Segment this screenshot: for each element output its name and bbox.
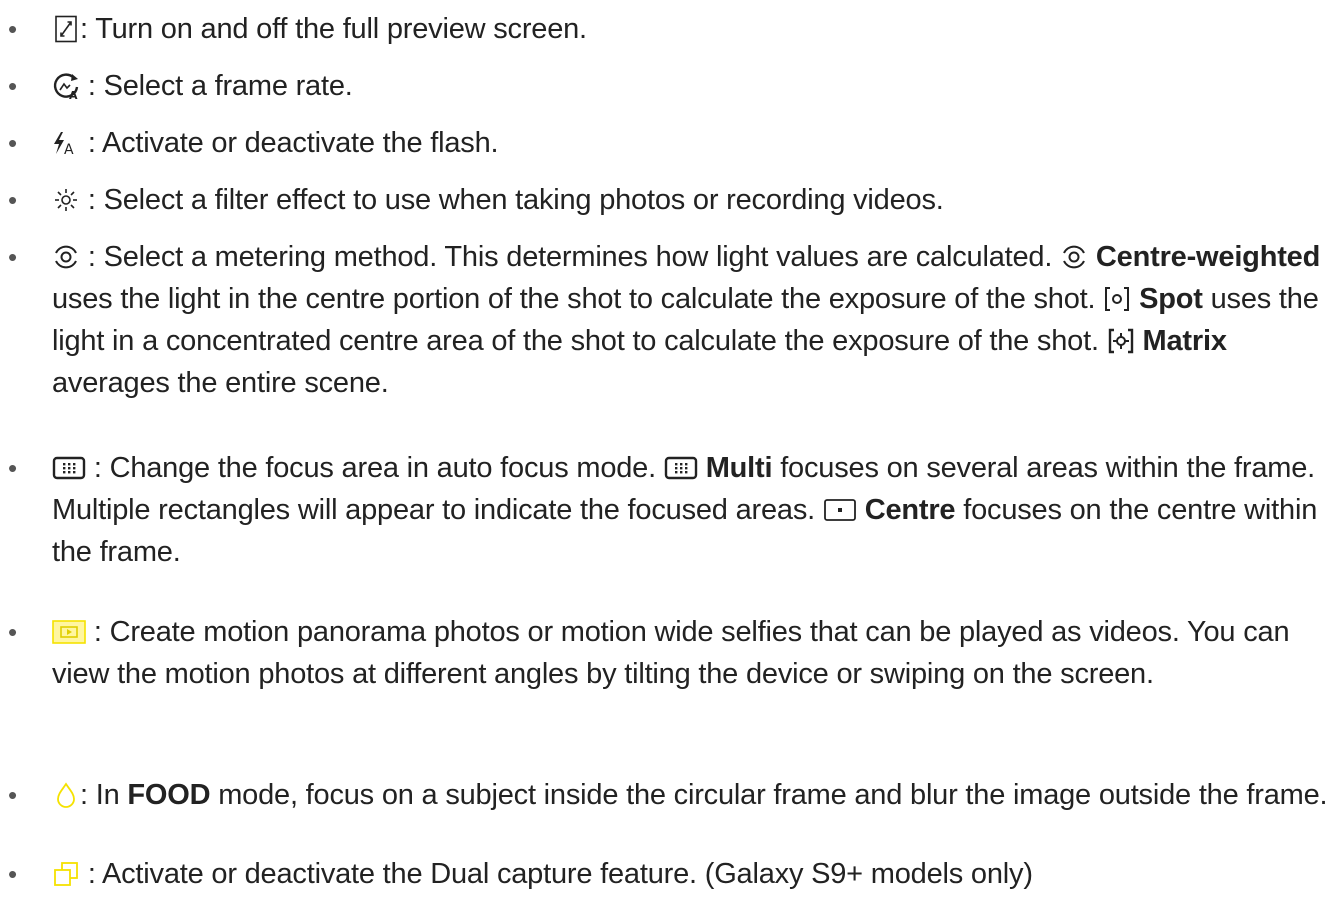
dual-capture-icon xyxy=(52,860,80,888)
metering-icon xyxy=(52,243,80,271)
centre-focus-icon xyxy=(823,496,857,524)
list-item-content: A : Activate or deactivate the flash. xyxy=(52,122,1329,164)
focus-area-icon xyxy=(52,454,86,482)
multi-focus-icon xyxy=(664,454,698,482)
motion-panorama-icon xyxy=(52,618,86,646)
option-label: Centre-weighted xyxy=(1095,241,1321,273)
item-text: mode, focus on a subject inside the circ… xyxy=(218,779,1328,811)
list-item-content: : Select a filter effect to use when tak… xyxy=(52,179,1329,221)
bullet: • xyxy=(8,617,18,647)
item-text: uses the light in the centre portion of … xyxy=(52,283,1096,315)
item-text: : Turn on and off the full preview scree… xyxy=(80,13,587,45)
list-item-content: : In FOOD mode, focus on a subject insid… xyxy=(52,774,1329,816)
bullet: • xyxy=(8,780,18,810)
item-text: : Select a filter effect to use when tak… xyxy=(87,184,944,216)
full-preview-icon xyxy=(52,15,80,43)
item-text: averages the entire scene. xyxy=(52,367,389,399)
list-item-content: : Select a metering method. This determi… xyxy=(52,236,1329,404)
bullet: • xyxy=(8,128,18,158)
option-label: Centre xyxy=(864,494,956,526)
bullet: • xyxy=(8,71,18,101)
filter-icon xyxy=(52,186,80,214)
food-focus-icon xyxy=(52,781,80,809)
option-label: Multi xyxy=(705,452,773,484)
list-item-content: : Change the focus area in auto focus mo… xyxy=(52,447,1329,573)
svg-text:A: A xyxy=(64,142,74,157)
bullet: • xyxy=(8,453,18,483)
item-text: : Create motion panorama photos or motio… xyxy=(52,616,1290,690)
flash-auto-icon: A xyxy=(52,129,80,157)
bullet: • xyxy=(8,14,18,44)
frame-rate-icon: A xyxy=(52,72,80,100)
item-text: : Select a metering method. This determi… xyxy=(87,241,1053,273)
list-item-content: : Turn on and off the full preview scree… xyxy=(52,8,1329,50)
bullet: • xyxy=(8,185,18,215)
bullet: • xyxy=(8,242,18,272)
item-text: : Select a frame rate. xyxy=(87,70,353,102)
option-label: Spot xyxy=(1139,283,1203,315)
matrix-icon xyxy=(1107,327,1135,355)
centre-weighted-icon xyxy=(1060,243,1088,271)
mode-label: FOOD xyxy=(127,779,211,811)
bullet: • xyxy=(8,859,18,889)
list-item-content: : Activate or deactivate the Dual captur… xyxy=(52,853,1329,895)
list-item-content: A : Select a frame rate. xyxy=(52,65,1329,107)
item-text: : In xyxy=(80,779,120,811)
spot-icon xyxy=(1103,285,1131,313)
option-label: Matrix xyxy=(1142,325,1227,357)
item-text: : Activate or deactivate the flash. xyxy=(87,127,499,159)
item-text: : Change the focus area in auto focus mo… xyxy=(93,452,656,484)
item-text: : Activate or deactivate the Dual captur… xyxy=(87,858,1033,890)
list-item-content: : Create motion panorama photos or motio… xyxy=(52,611,1329,695)
svg-text:A: A xyxy=(69,89,78,100)
